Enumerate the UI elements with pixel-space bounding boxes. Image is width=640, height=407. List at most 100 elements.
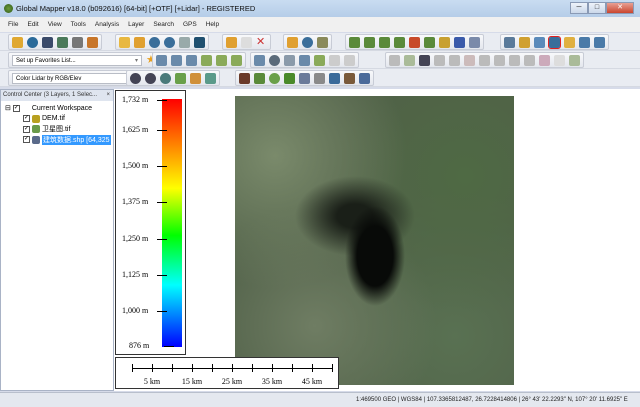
open-folder-icon[interactable]	[12, 36, 23, 48]
layer-item[interactable]: ✓ 卫星图.tif	[5, 124, 113, 135]
chain-icon[interactable]	[494, 54, 505, 66]
watershed-icon[interactable]	[394, 36, 405, 48]
save-icon[interactable]	[42, 36, 53, 48]
layer-item-selected[interactable]: ✓ 建筑数据.shp [64,325	[5, 134, 113, 146]
back-arrow-icon[interactable]	[179, 36, 190, 48]
lidar-tool-icon[interactable]	[201, 54, 212, 66]
water-icon[interactable]	[329, 72, 340, 84]
delete-icon[interactable]: ✕	[256, 36, 267, 48]
cross-icon[interactable]	[449, 54, 460, 66]
chain-icon[interactable]	[524, 54, 535, 66]
chain-icon[interactable]	[509, 54, 520, 66]
workspace-node[interactable]: ⊟ ✓ Current Workspace	[5, 103, 113, 114]
split-icon[interactable]	[479, 54, 490, 66]
menu-view[interactable]: View	[48, 21, 62, 28]
layer-checkbox[interactable]: ✓	[23, 115, 30, 123]
panel-close-icon[interactable]: ×	[106, 90, 110, 101]
workspace-checkbox[interactable]: ✓	[12, 104, 20, 112]
flag-icon[interactable]	[534, 36, 545, 48]
pan-hand-icon[interactable]	[134, 36, 145, 48]
magic-wand-icon[interactable]	[519, 36, 530, 48]
gear-icon[interactable]	[145, 72, 156, 84]
powerline-icon[interactable]	[314, 72, 325, 84]
filter-icon[interactable]	[190, 72, 201, 84]
layer-checkbox[interactable]: ✓	[23, 125, 30, 133]
lidar-tool-icon[interactable]	[314, 54, 325, 66]
ground-icon[interactable]	[344, 72, 355, 84]
shader-icon[interactable]	[564, 36, 575, 48]
move-icon[interactable]	[434, 54, 445, 66]
terrain-icon[interactable]	[349, 36, 360, 48]
globe-icon[interactable]	[27, 36, 38, 48]
move-icon[interactable]	[389, 54, 400, 66]
line-icon[interactable]	[464, 54, 475, 66]
building-icon[interactable]	[299, 72, 310, 84]
edit-feature-icon[interactable]	[241, 36, 252, 48]
menu-analysis[interactable]: Analysis	[95, 21, 119, 28]
control-center-icon[interactable]	[87, 36, 98, 48]
lidar-tool-icon[interactable]	[186, 54, 197, 66]
zoom-out-icon[interactable]	[164, 36, 175, 48]
panel-title: Control Center (3 Layers, 1 Selec...	[3, 92, 98, 98]
grass-icon[interactable]	[254, 72, 265, 84]
building-icon[interactable]	[284, 54, 295, 66]
split-view-icon[interactable]	[504, 36, 515, 48]
ruler-icon[interactable]	[569, 54, 580, 66]
check-icon[interactable]	[205, 72, 216, 84]
grid-icon[interactable]	[554, 54, 565, 66]
target-icon[interactable]	[269, 54, 280, 66]
menu-file[interactable]: File	[8, 21, 18, 28]
menu-layer[interactable]: Layer	[128, 21, 144, 28]
mountain-icon[interactable]	[239, 72, 250, 84]
tree-icon[interactable]	[284, 72, 295, 84]
lidar-tool-icon[interactable]	[329, 54, 340, 66]
cut-icon[interactable]	[469, 36, 480, 48]
menu-search[interactable]: Search	[153, 21, 174, 28]
gear-icon[interactable]	[130, 72, 141, 84]
raster-calc-icon[interactable]	[454, 36, 465, 48]
menu-gps[interactable]: GPS	[183, 21, 197, 28]
favorites-select[interactable]: Set up Favorites List...	[12, 54, 142, 66]
lidar-tool-icon[interactable]	[216, 54, 227, 66]
lidar-tool-icon[interactable]	[299, 54, 310, 66]
volume-icon[interactable]	[424, 36, 435, 48]
workspace-icon[interactable]	[57, 36, 68, 48]
menu-help[interactable]: Help	[206, 21, 219, 28]
wrench-icon[interactable]	[72, 36, 83, 48]
lidar-tool-icon[interactable]	[231, 54, 242, 66]
merge-icon[interactable]	[539, 54, 550, 66]
lidar-tool-icon[interactable]	[156, 54, 167, 66]
lidar-tool-icon[interactable]	[171, 54, 182, 66]
lidar-tool-icon[interactable]	[254, 54, 265, 66]
menu-tools[interactable]: Tools	[71, 21, 86, 28]
grid-fill-icon[interactable]	[175, 72, 186, 84]
terrain-shade-icon[interactable]	[364, 36, 375, 48]
layer-item[interactable]: ✓ DEM.tif	[5, 114, 113, 125]
home-icon[interactable]	[194, 36, 205, 48]
minimize-button[interactable]: ─	[570, 2, 588, 14]
lidar-tool-icon[interactable]	[344, 54, 355, 66]
lidar-color-select[interactable]: Color Lidar by RGB/Elev	[12, 72, 142, 84]
path-profile-icon[interactable]	[439, 36, 450, 48]
search-pin-icon[interactable]	[359, 72, 370, 84]
vertex-icon[interactable]	[404, 54, 415, 66]
water-drop-icon[interactable]	[579, 36, 590, 48]
info-icon[interactable]	[302, 36, 313, 48]
measure-icon[interactable]	[287, 36, 298, 48]
zoom-in-icon[interactable]	[149, 36, 160, 48]
connect-icon[interactable]	[419, 54, 430, 66]
menu-edit[interactable]: Edit	[27, 21, 38, 28]
satellite-image-layer[interactable]	[235, 96, 514, 385]
search-data-icon[interactable]	[317, 36, 328, 48]
layer-checkbox[interactable]: ✓	[23, 136, 30, 144]
contour-icon[interactable]	[379, 36, 390, 48]
gear-icon[interactable]	[160, 72, 171, 84]
maximize-button[interactable]: □	[588, 2, 606, 14]
zoom-tool-icon[interactable]	[119, 36, 130, 48]
water-level-icon[interactable]	[594, 36, 605, 48]
bush-icon[interactable]	[269, 72, 280, 84]
3d-view-icon[interactable]	[548, 35, 561, 49]
close-button[interactable]: ✕	[606, 2, 634, 14]
digitize-pencil-icon[interactable]	[226, 36, 237, 48]
view-shed-icon[interactable]	[409, 36, 420, 48]
